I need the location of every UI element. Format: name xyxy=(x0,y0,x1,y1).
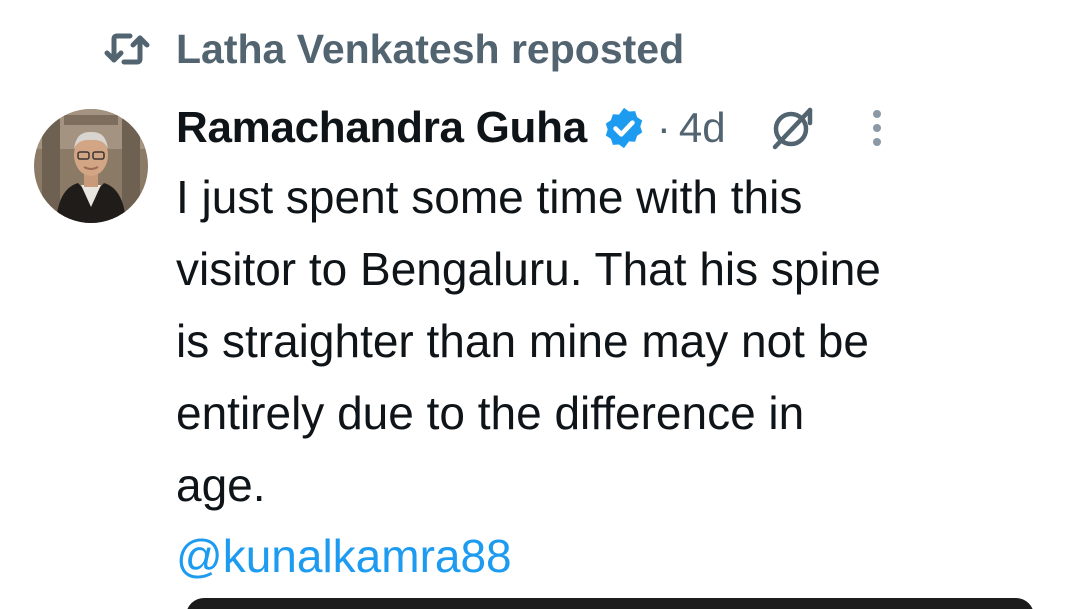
grok-icon[interactable] xyxy=(766,103,816,153)
avatar[interactable] xyxy=(34,109,148,223)
more-options-icon[interactable] xyxy=(870,106,884,150)
post-time[interactable]: 4d xyxy=(679,104,726,152)
post-separator: · xyxy=(656,104,671,151)
author-name[interactable]: Ramachandra Guha xyxy=(176,103,587,153)
verified-badge-icon[interactable] xyxy=(601,105,647,151)
post-header: Ramachandra Guha · 4d xyxy=(176,96,1056,160)
post-text-line: I just spent some time with this xyxy=(176,171,803,223)
post-text-line: age. xyxy=(176,459,266,511)
post-text-line: is straighter than mine may not be xyxy=(176,315,869,367)
post-card[interactable]: Latha Venkatesh reposted Ramachandra Guh… xyxy=(0,0,1080,609)
post-text-line: visitor to Bengaluru. That his spine xyxy=(176,243,881,295)
post-text: I just spent some time with this visitor… xyxy=(176,161,1056,521)
mention-link[interactable]: @kunalkamra88 xyxy=(176,520,512,592)
repost-context[interactable]: Latha Venkatesh reposted xyxy=(104,24,684,74)
post-text-line: entirely due to the difference in xyxy=(176,387,805,439)
repost-label: Latha Venkatesh reposted xyxy=(176,25,685,72)
media-preview[interactable] xyxy=(186,598,1034,609)
repost-icon xyxy=(104,30,150,68)
